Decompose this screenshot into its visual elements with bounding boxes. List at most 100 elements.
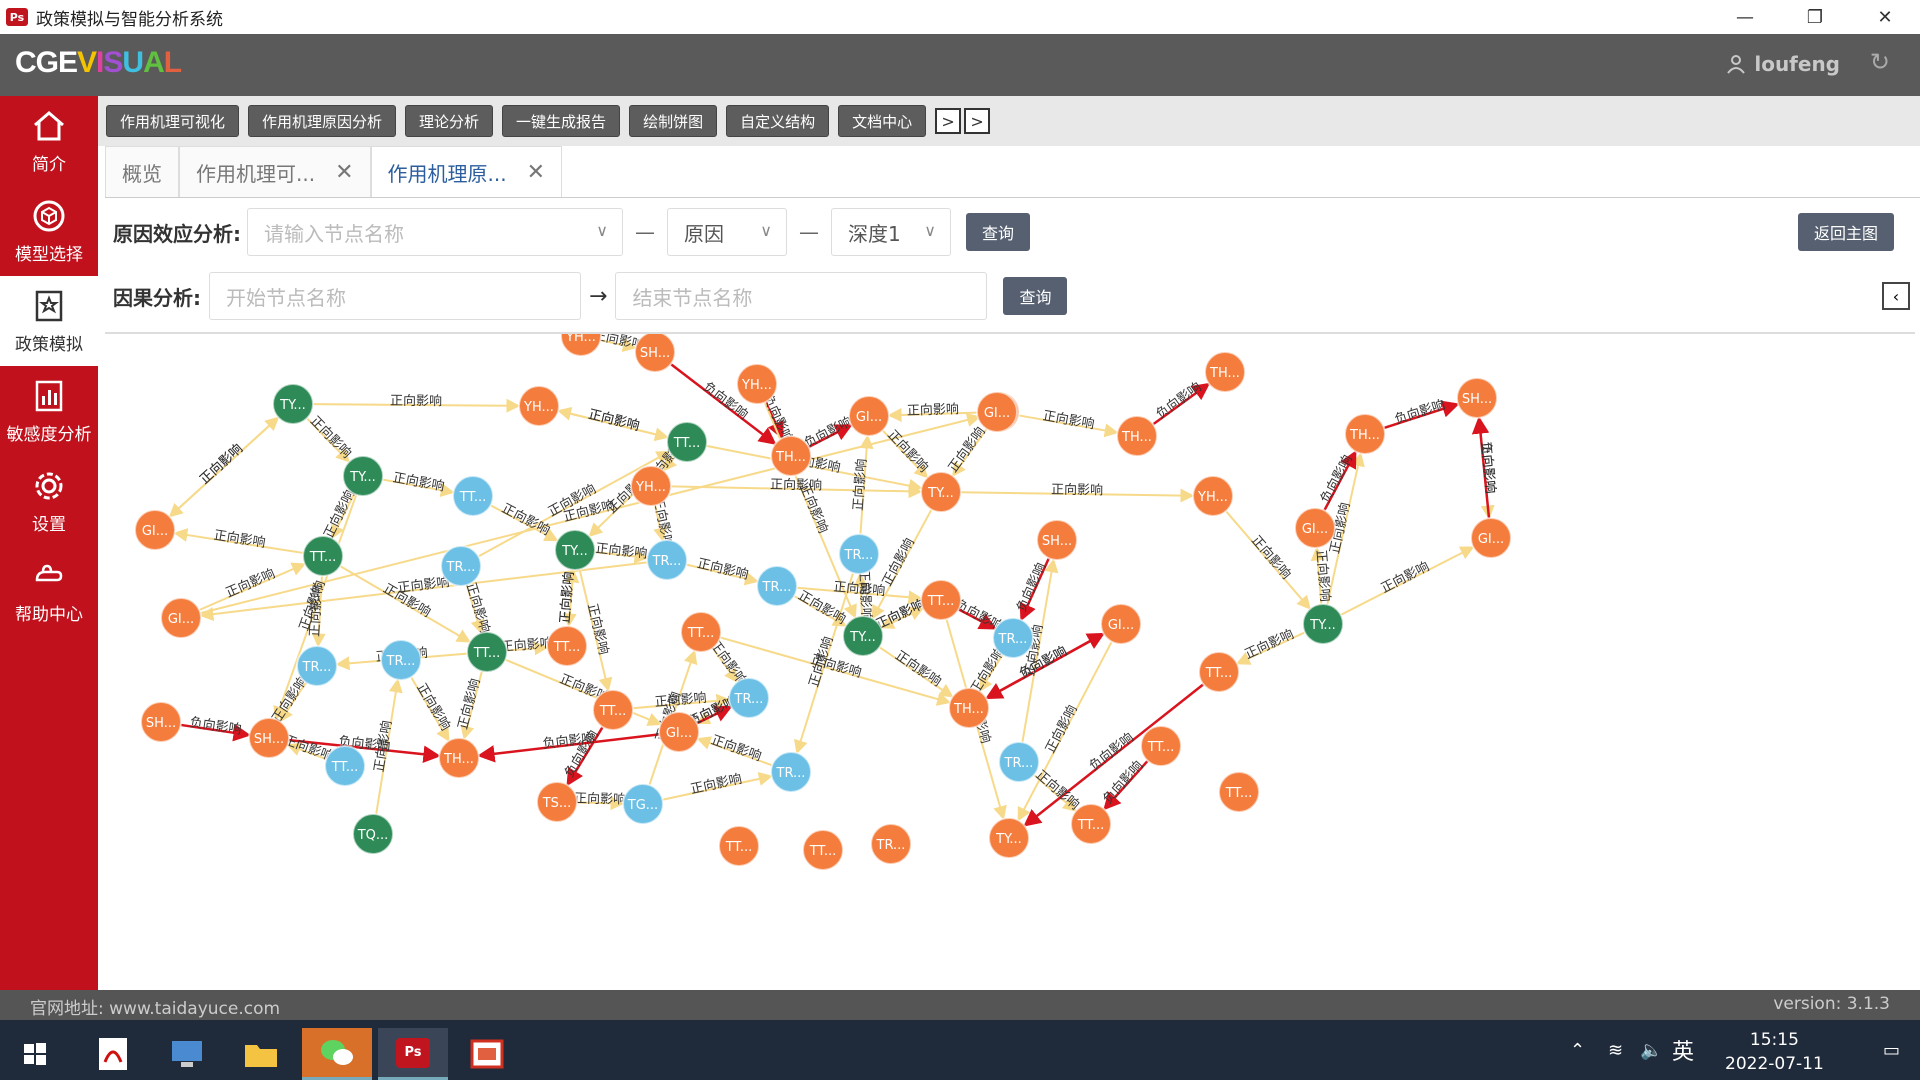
graph-node[interactable]: GI... (848, 395, 890, 437)
clock[interactable]: 15:15 2022-07-11 (1725, 1028, 1824, 1076)
mechanism-visualization-button[interactable]: 作用机理可视化 (106, 105, 240, 137)
tab-overview[interactable]: 概览 (105, 146, 179, 197)
graph-node[interactable]: TT... (1198, 651, 1240, 693)
graph-node[interactable]: TT... (1218, 771, 1260, 813)
graph-node[interactable]: TR... (440, 545, 482, 587)
graph-node[interactable]: TR... (998, 741, 1040, 783)
graph-node[interactable]: GI... (658, 711, 700, 753)
user-menu[interactable]: loufeng (1726, 52, 1840, 76)
tab-mechanism-cause[interactable]: 作用机理原... ✕ (370, 146, 563, 197)
graph-node[interactable]: TT... (666, 421, 708, 463)
sidebar-item-sensitivity[interactable]: 敏感度分析 (0, 366, 98, 456)
graph-node[interactable]: GI... (134, 509, 176, 551)
sidebar-item-model-select[interactable]: 模型选择 (0, 186, 98, 276)
graph-node[interactable]: SH... (248, 717, 290, 759)
notification-icon[interactable]: ▭ (1883, 1040, 1900, 1061)
graph-node[interactable]: TY... (554, 529, 596, 571)
graph-node[interactable]: GI... (1470, 517, 1512, 559)
generate-report-button[interactable]: 一键生成报告 (502, 105, 621, 137)
taskbar-app-explorer[interactable] (226, 1028, 296, 1080)
graph-node[interactable]: SH... (634, 334, 676, 373)
graph-node[interactable]: TR... (992, 617, 1034, 659)
graph-node[interactable]: TT... (802, 829, 844, 871)
taskbar-app-other[interactable] (452, 1028, 522, 1080)
toolbar-scroll-button[interactable]: > (935, 108, 962, 134)
end-node-input[interactable]: 结束节点名称 (615, 272, 988, 320)
graph-node[interactable]: TT... (1070, 803, 1112, 845)
graph-node[interactable]: YH... (518, 385, 560, 427)
graph-node[interactable]: TR... (838, 533, 880, 575)
ime-indicator[interactable]: 英 (1672, 1034, 1694, 1066)
sidebar-item-intro[interactable]: 简介 (0, 96, 98, 186)
logout-icon[interactable]: ↻ (1870, 48, 1890, 76)
depth-select[interactable]: 深度1 ∨ (831, 208, 951, 256)
cause-effect-query-button[interactable]: 查询 (966, 213, 1031, 251)
graph-node[interactable]: TR... (728, 677, 770, 719)
graph-node[interactable]: TT... (592, 689, 634, 731)
graph-node[interactable]: TY... (1302, 603, 1344, 645)
graph-node[interactable]: TY... (342, 455, 384, 497)
graph-node[interactable]: TT... (680, 611, 722, 653)
network-graph[interactable]: 正向影响 正向影响 正向影响 正向影响 正向影响 正向影响 正向影响 正向影响 正向影响 正向影响… (105, 332, 1915, 990)
graph-node[interactable]: TT... (718, 825, 760, 867)
graph-node[interactable]: GI... (976, 391, 1018, 433)
taskbar-app-pdf[interactable] (78, 1028, 148, 1080)
graph-node[interactable]: TY... (920, 471, 962, 513)
graph-node[interactable]: TQ... (352, 813, 394, 855)
graph-node[interactable]: TS... (536, 781, 578, 823)
graph-node[interactable]: YH... (736, 363, 778, 405)
graph-node[interactable]: TR... (380, 639, 422, 681)
taskbar-app-policy-sim[interactable]: Ps (378, 1028, 448, 1080)
graph-node[interactable]: TT... (546, 625, 588, 667)
causal-query-button[interactable]: 查询 (1003, 277, 1068, 315)
volume-icon[interactable]: 🔈 (1640, 1040, 1662, 1061)
graph-node[interactable]: TH... (1116, 415, 1158, 457)
sidebar-item-settings[interactable]: 设置 (0, 456, 98, 546)
wifi-icon[interactable]: ≋ (1608, 1040, 1623, 1061)
graph-node[interactable]: TH... (948, 687, 990, 729)
minimize-button[interactable]: — (1710, 0, 1780, 34)
graph-node[interactable]: TR... (770, 751, 812, 793)
taskbar-app-computer[interactable] (152, 1028, 222, 1080)
graph-node[interactable]: SH... (1456, 377, 1498, 419)
chevron-up-icon[interactable]: ⌃ (1570, 1040, 1585, 1061)
direction-select[interactable]: 原因 ∨ (667, 208, 787, 256)
theory-analysis-button[interactable]: 理论分析 (405, 105, 494, 137)
graph-node[interactable]: GI... (1100, 603, 1142, 645)
graph-node[interactable]: SH... (140, 701, 182, 743)
graph-node[interactable]: GI... (1294, 507, 1336, 549)
graph-node[interactable]: TH... (770, 435, 812, 477)
graph-node[interactable]: TR... (296, 645, 338, 687)
graph-node[interactable]: YH... (560, 334, 602, 357)
graph-node[interactable]: TG... (622, 783, 664, 825)
graph-node[interactable]: TT... (1140, 725, 1182, 767)
graph-node[interactable]: TR... (870, 823, 912, 865)
graph-node[interactable]: TH... (1344, 413, 1386, 455)
graph-node[interactable]: SH... (1036, 519, 1078, 561)
start-button[interactable] (0, 1028, 70, 1080)
graph-node[interactable]: TY... (842, 615, 884, 657)
graph-node[interactable]: TR... (646, 539, 688, 581)
close-icon[interactable]: ✕ (527, 160, 545, 185)
node-name-select[interactable]: 请输入节点名称 ∨ (247, 208, 623, 256)
close-button[interactable]: ✕ (1850, 0, 1920, 34)
draw-pie-button[interactable]: 绘制饼图 (629, 105, 718, 137)
graph-node[interactable]: TT... (452, 475, 494, 517)
toolbar-scroll-button[interactable]: > (964, 108, 991, 134)
tab-mechanism-visualization[interactable]: 作用机理可... ✕ (179, 146, 371, 197)
graph-node[interactable]: YH... (1192, 475, 1234, 517)
collapse-panel-icon[interactable]: ‹ (1882, 282, 1910, 310)
custom-structure-button[interactable]: 自定义结构 (726, 105, 830, 137)
graph-node[interactable]: GI... (160, 597, 202, 639)
graph-node[interactable]: TT... (466, 631, 508, 673)
graph-node[interactable]: TT... (302, 535, 344, 577)
mechanism-cause-analysis-button[interactable]: 作用机理原因分析 (248, 105, 397, 137)
graph-node[interactable]: TT... (920, 579, 962, 621)
graph-node[interactable]: TT... (324, 745, 366, 787)
sidebar-item-help[interactable]: 帮助中心 (0, 546, 98, 636)
graph-svg[interactable]: 正向影响正向影响正向影响正向影响正向影响正向影响正向影响正向影响正向影响正向影响… (105, 334, 1915, 990)
back-main-graph-button[interactable]: 返回主图 (1797, 213, 1894, 251)
graph-node[interactable]: TY... (988, 817, 1030, 859)
graph-node[interactable]: YH... (630, 465, 672, 507)
sidebar-item-policy-sim[interactable]: 政策模拟 (0, 276, 98, 366)
